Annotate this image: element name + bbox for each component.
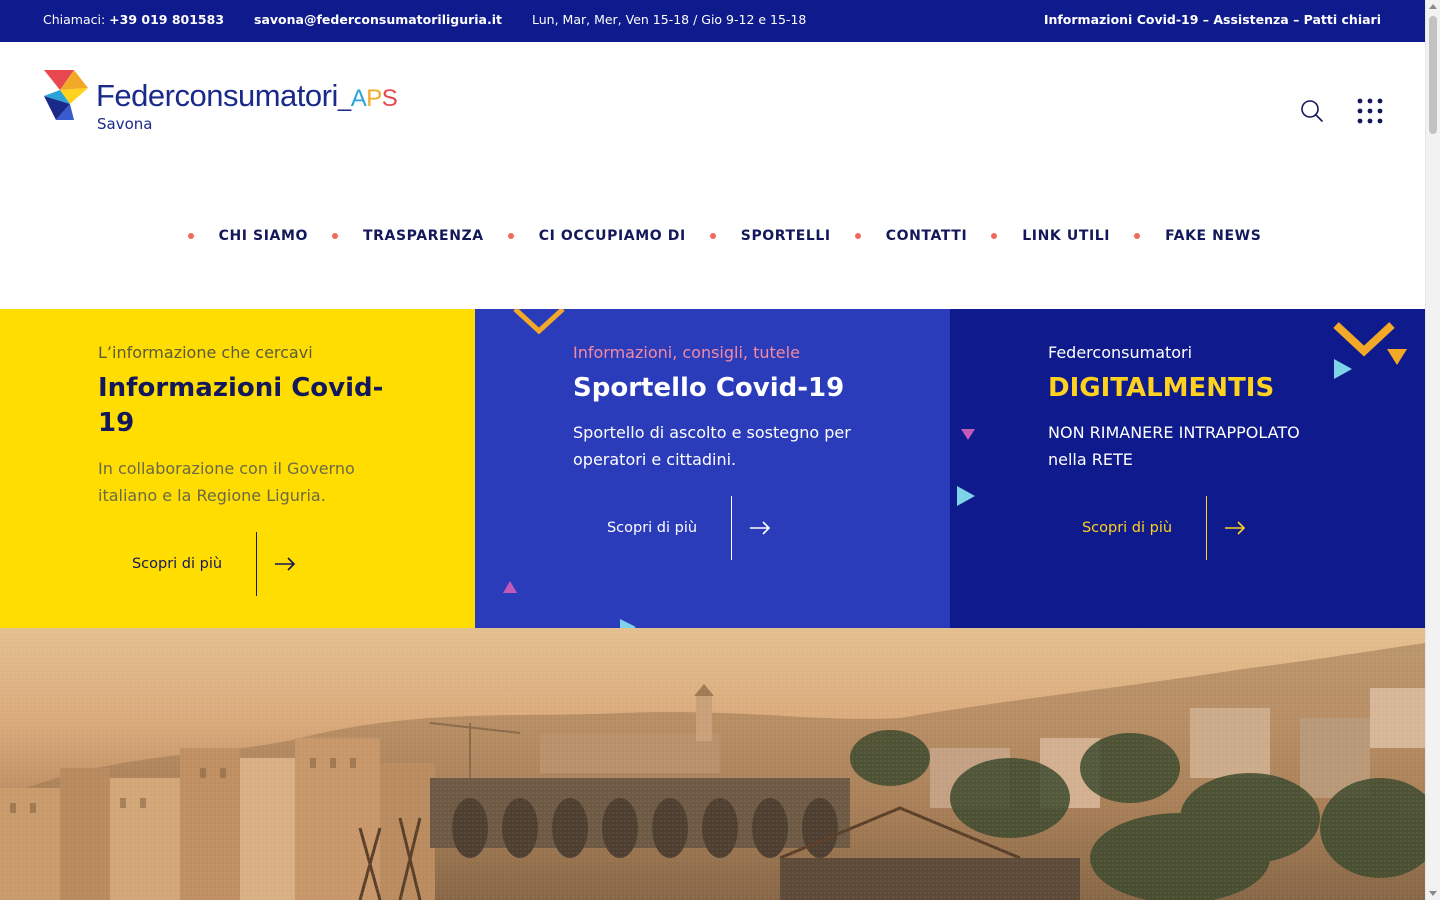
nav-item-sportelli[interactable]: SPORTELLI bbox=[741, 228, 831, 244]
top-bar: Chiamaci: +39 019 801583 savona@federcon… bbox=[0, 0, 1425, 42]
panel-sportello-covid: Informazioni, consigli, tutele Sportello… bbox=[475, 309, 950, 628]
panel-title: Sportello Covid-19 bbox=[573, 373, 845, 403]
cta-label: Scopri di più bbox=[606, 520, 698, 536]
panel-cta-button[interactable]: Scopri di più bbox=[573, 496, 788, 560]
panel-description: NON RIMANERE INTRAPPOLATO nella RETE bbox=[1048, 423, 1300, 469]
page-scrollbar[interactable] bbox=[1425, 0, 1440, 900]
logo-letter-p: P bbox=[366, 85, 382, 112]
triangle-decoration-icon bbox=[503, 581, 517, 593]
logo-letter-s: S bbox=[381, 85, 398, 112]
hero-panels: L’informazione che cercavi Informazioni … bbox=[0, 309, 1425, 628]
opening-hours: Lun, Mar, Mer, Ven 15-18 / Gio 9-12 e 15… bbox=[532, 12, 807, 27]
phone-label: Chiamaci: bbox=[43, 12, 106, 27]
panel-kicker: Informazioni, consigli, tutele bbox=[573, 343, 800, 362]
nav-bullet bbox=[507, 233, 514, 239]
panel-description: In collaborazione con il Governo italian… bbox=[98, 459, 355, 505]
hero-city-photo bbox=[0, 628, 1425, 900]
nav-item-link-utili[interactable]: LINK UTILI bbox=[1022, 228, 1110, 244]
triangle-decoration-icon bbox=[957, 486, 975, 506]
panel-digitalmentis: Federconsumatori DIGITALMENTIS NON RIMAN… bbox=[950, 309, 1425, 628]
nav-item-contatti[interactable]: CONTATTI bbox=[886, 228, 968, 244]
panel-title: DIGITALMENTIS bbox=[1048, 373, 1275, 403]
main-navigation: CHI SIAMO TRASPARENZA CI OCCUPIAMO DI SP… bbox=[0, 228, 1425, 244]
triangle-decoration-icon bbox=[961, 429, 975, 440]
site-header: Federconsumatori_APS Savona CHI SIAMO TR… bbox=[0, 42, 1425, 308]
logo-underscore: _ bbox=[337, 85, 351, 112]
grid-menu-icon[interactable] bbox=[1357, 98, 1383, 124]
panel-kicker: Federconsumatori bbox=[1048, 343, 1193, 362]
email-link[interactable]: savona@federconsumatoriliguria.it bbox=[254, 12, 502, 27]
cta-label: Scopri di più bbox=[131, 556, 223, 572]
arrow-right-icon bbox=[257, 557, 313, 571]
arrow-right-icon bbox=[1207, 521, 1263, 535]
phone-contact[interactable]: Chiamaci: +39 019 801583 bbox=[43, 12, 224, 27]
panel-title: Informazioni Covid-19 bbox=[98, 373, 384, 438]
triangle-decoration-icon bbox=[620, 619, 636, 628]
nav-bullet bbox=[854, 233, 861, 239]
scroll-up-icon[interactable] bbox=[1429, 4, 1437, 9]
logo-name: Federconsumatori bbox=[96, 78, 338, 113]
logo-aps: _APS bbox=[337, 85, 398, 112]
nav-item-chi-siamo[interactable]: CHI SIAMO bbox=[219, 228, 308, 244]
panel-informazioni-covid: L’informazione che cercavi Informazioni … bbox=[0, 309, 475, 628]
phone-number[interactable]: +39 019 801583 bbox=[109, 12, 224, 27]
search-icon[interactable] bbox=[1299, 98, 1325, 124]
panel-description: Sportello di ascolto e sostegno per oper… bbox=[573, 423, 851, 469]
logo-subtitle: Savona bbox=[97, 115, 153, 133]
site-logo[interactable]: Federconsumatori_APS Savona bbox=[44, 70, 398, 134]
arrow-right-icon bbox=[732, 521, 788, 535]
logo-mark-icon bbox=[44, 70, 88, 120]
nav-bullet bbox=[187, 233, 194, 239]
nav-bullet bbox=[991, 233, 998, 239]
cta-label: Scopri di più bbox=[1081, 520, 1173, 536]
nav-bullet bbox=[1134, 233, 1141, 239]
nav-bullet bbox=[709, 233, 716, 239]
panel-cta-button[interactable]: Scopri di più bbox=[98, 532, 313, 596]
top-bar-quick-links[interactable]: Informazioni Covid-19 – Assistenza – Pat… bbox=[1044, 12, 1381, 27]
city-skyline-illustration bbox=[0, 628, 1425, 900]
nav-item-trasparenza[interactable]: TRASPARENZA bbox=[363, 228, 484, 244]
nav-item-fake-news[interactable]: FAKE NEWS bbox=[1165, 228, 1261, 244]
scroll-down-icon[interactable] bbox=[1429, 891, 1437, 896]
panel-cta-button[interactable]: Scopri di più bbox=[1048, 496, 1263, 560]
chevron-decoration-icon bbox=[513, 309, 565, 335]
nav-bullet bbox=[332, 233, 339, 239]
panel-kicker: L’informazione che cercavi bbox=[98, 343, 313, 362]
nav-item-ci-occupiamo-di[interactable]: CI OCCUPIAMO DI bbox=[539, 228, 686, 244]
scrollbar-thumb[interactable] bbox=[1429, 16, 1437, 134]
logo-letter-a: A bbox=[350, 85, 367, 112]
logo-wordmark: Federconsumatori_APS bbox=[96, 78, 398, 114]
top-bar-contacts: Chiamaci: +39 019 801583 savona@federcon… bbox=[43, 12, 806, 27]
